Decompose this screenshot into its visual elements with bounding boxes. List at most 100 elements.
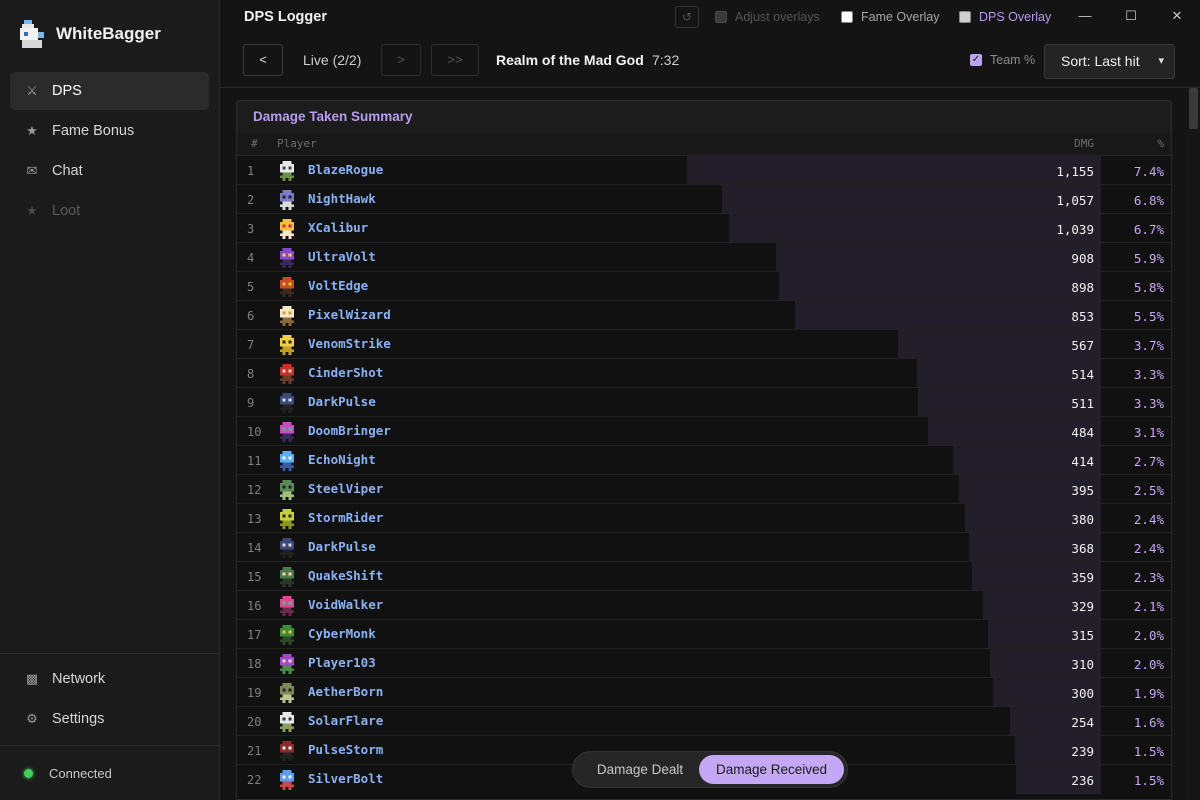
player-name-link[interactable]: CinderShot bbox=[308, 365, 383, 380]
row-rank: 16 bbox=[247, 599, 262, 613]
table-row[interactable]: 4 UltraVolt 908 5.9% bbox=[237, 242, 1171, 272]
damage-value: 484 bbox=[1071, 425, 1094, 440]
row-rank: 15 bbox=[247, 570, 262, 584]
row-rank: 18 bbox=[247, 657, 262, 671]
player-name-link[interactable]: SolarFlare bbox=[308, 713, 383, 728]
adjust-overlays-checkbox[interactable]: Adjust overlays bbox=[715, 10, 820, 24]
maximize-icon[interactable]: ☐ bbox=[1123, 8, 1139, 24]
divider bbox=[0, 745, 219, 746]
sidebar-item-fame-bonus[interactable]: ★ Fame Bonus bbox=[10, 112, 209, 150]
table-row[interactable]: 6 PixelWizard 853 5.5% bbox=[237, 300, 1171, 330]
scrollbar[interactable] bbox=[1187, 88, 1200, 800]
damage-percent: 2.5% bbox=[1133, 483, 1164, 498]
damage-percent: 2.7% bbox=[1133, 454, 1164, 469]
table-row[interactable]: 14 DarkPulse 368 2.4% bbox=[237, 532, 1171, 562]
table-row[interactable]: 18 Player103 310 2.0% bbox=[237, 648, 1171, 678]
refresh-button[interactable]: ↺ bbox=[675, 6, 699, 28]
player-name-link[interactable]: NightHawk bbox=[308, 191, 376, 206]
row-rank: 4 bbox=[247, 251, 255, 265]
team-percent-checkbox[interactable]: ✓ Team % bbox=[970, 53, 1035, 67]
table-row[interactable]: 9 DarkPulse 511 3.3% bbox=[237, 387, 1171, 417]
player-name-link[interactable]: PixelWizard bbox=[308, 307, 391, 322]
damage-dealt-button[interactable]: Damage Dealt bbox=[581, 755, 699, 784]
player-name-link[interactable]: VoltEdge bbox=[308, 278, 368, 293]
sidebar-item-settings[interactable]: ⚙ Settings bbox=[10, 700, 209, 738]
sidebar-item-network[interactable]: ▩ Network bbox=[10, 660, 209, 698]
table-row[interactable]: 15 QuakeShift 359 2.3% bbox=[237, 561, 1171, 591]
player-name-link[interactable]: StormRider bbox=[308, 510, 383, 525]
table-row[interactable]: 1 BlazeRogue 1,155 7.4% bbox=[237, 155, 1171, 185]
status-dot-icon bbox=[24, 769, 33, 778]
sidebar-item-label: Network bbox=[52, 671, 106, 687]
table-row[interactable]: 19 AetherBorn 300 1.9% bbox=[237, 677, 1171, 707]
player-name-link[interactable]: VenomStrike bbox=[308, 336, 391, 351]
player-name-link[interactable]: UltraVolt bbox=[308, 249, 376, 264]
table-row[interactable]: 13 StormRider 380 2.4% bbox=[237, 503, 1171, 533]
player-avatar-icon bbox=[279, 422, 295, 442]
player-name-link[interactable]: BlazeRogue bbox=[308, 162, 383, 177]
damage-value: 310 bbox=[1071, 657, 1094, 672]
player-name-link[interactable]: DarkPulse bbox=[308, 539, 376, 554]
damage-bar bbox=[776, 243, 1101, 272]
table-row[interactable]: 5 VoltEdge 898 5.8% bbox=[237, 271, 1171, 301]
player-name-link[interactable]: AetherBorn bbox=[308, 684, 383, 699]
sort-select[interactable]: Sort: Last hit ▾ bbox=[1044, 44, 1175, 79]
player-avatar-icon bbox=[279, 509, 295, 529]
player-name-link[interactable]: DarkPulse bbox=[308, 394, 376, 409]
row-rank: 14 bbox=[247, 541, 262, 555]
network-icon: ▩ bbox=[25, 671, 39, 686]
player-name-link[interactable]: CyberMonk bbox=[308, 626, 376, 641]
damage-percent: 6.7% bbox=[1133, 222, 1164, 237]
player-name-link[interactable]: DoomBringer bbox=[308, 423, 391, 438]
scrollbar-thumb[interactable] bbox=[1189, 88, 1198, 129]
player-name-link[interactable]: VoidWalker bbox=[308, 597, 383, 612]
damage-value: 380 bbox=[1071, 512, 1094, 527]
table-row[interactable]: 20 SolarFlare 254 1.6% bbox=[237, 706, 1171, 736]
table-row[interactable]: 2 NightHawk 1,057 6.8% bbox=[237, 184, 1171, 214]
player-name-link[interactable]: XCalibur bbox=[308, 220, 368, 235]
next-session-button[interactable]: > bbox=[381, 44, 421, 76]
table-row[interactable]: 12 SteelViper 395 2.5% bbox=[237, 474, 1171, 504]
row-rank: 12 bbox=[247, 483, 262, 497]
minimize-icon[interactable]: — bbox=[1077, 8, 1093, 23]
sidebar-item-chat[interactable]: ✉ Chat bbox=[10, 152, 209, 190]
damage-value: 329 bbox=[1071, 599, 1094, 614]
sidebar-item-loot[interactable]: ★ Loot bbox=[10, 192, 209, 230]
star-icon: ★ bbox=[26, 203, 38, 218]
sidebar-item-label: Loot bbox=[52, 203, 81, 219]
damage-bar bbox=[722, 185, 1101, 214]
session-label: Live (2/2) bbox=[303, 52, 362, 68]
player-avatar-icon bbox=[279, 306, 295, 326]
table-row[interactable]: 7 VenomStrike 567 3.7% bbox=[237, 329, 1171, 359]
last-session-button[interactable]: >> bbox=[431, 44, 479, 76]
column-header-pct: % bbox=[1157, 137, 1164, 150]
player-avatar-icon bbox=[279, 335, 295, 355]
table-row[interactable]: 10 DoomBringer 484 3.1% bbox=[237, 416, 1171, 446]
player-name-link[interactable]: QuakeShift bbox=[308, 568, 383, 583]
table-row[interactable]: 16 VoidWalker 329 2.1% bbox=[237, 590, 1171, 620]
player-name-link[interactable]: SteelViper bbox=[308, 481, 383, 496]
damage-bar bbox=[687, 156, 1101, 185]
damage-received-button[interactable]: Damage Received bbox=[699, 755, 844, 784]
table-row[interactable]: 11 EchoNight 414 2.7% bbox=[237, 445, 1171, 475]
checkbox-icon bbox=[959, 11, 971, 23]
player-list: 1 BlazeRogue 1,155 7.4% 2 NightHawk 1,057 6.8% 3… bbox=[237, 155, 1171, 794]
sidebar-item-dps[interactable]: ⚔ DPS bbox=[10, 72, 209, 110]
table-row[interactable]: 17 CyberMonk 315 2.0% bbox=[237, 619, 1171, 649]
player-avatar-icon bbox=[279, 219, 295, 239]
close-icon[interactable]: ✕ bbox=[1169, 8, 1185, 24]
player-name-link[interactable]: PulseStorm bbox=[308, 742, 383, 757]
fame-overlay-checkbox[interactable]: Fame Overlay bbox=[841, 10, 940, 24]
damage-percent: 6.8% bbox=[1133, 193, 1164, 208]
player-name-link[interactable]: Player103 bbox=[308, 655, 376, 670]
dps-overlay-checkbox[interactable]: DPS Overlay bbox=[959, 10, 1051, 24]
player-name-link[interactable]: EchoNight bbox=[308, 452, 376, 467]
player-name-link[interactable]: SilverBolt bbox=[308, 771, 383, 786]
damage-percent: 5.9% bbox=[1133, 251, 1164, 266]
table-row[interactable]: 3 XCalibur 1,039 6.7% bbox=[237, 213, 1171, 243]
prev-session-button[interactable]: < bbox=[243, 44, 283, 76]
damage-value: 853 bbox=[1071, 309, 1094, 324]
table-row[interactable]: 8 CinderShot 514 3.3% bbox=[237, 358, 1171, 388]
damage-value: 395 bbox=[1071, 483, 1094, 498]
player-avatar-icon bbox=[279, 567, 295, 587]
